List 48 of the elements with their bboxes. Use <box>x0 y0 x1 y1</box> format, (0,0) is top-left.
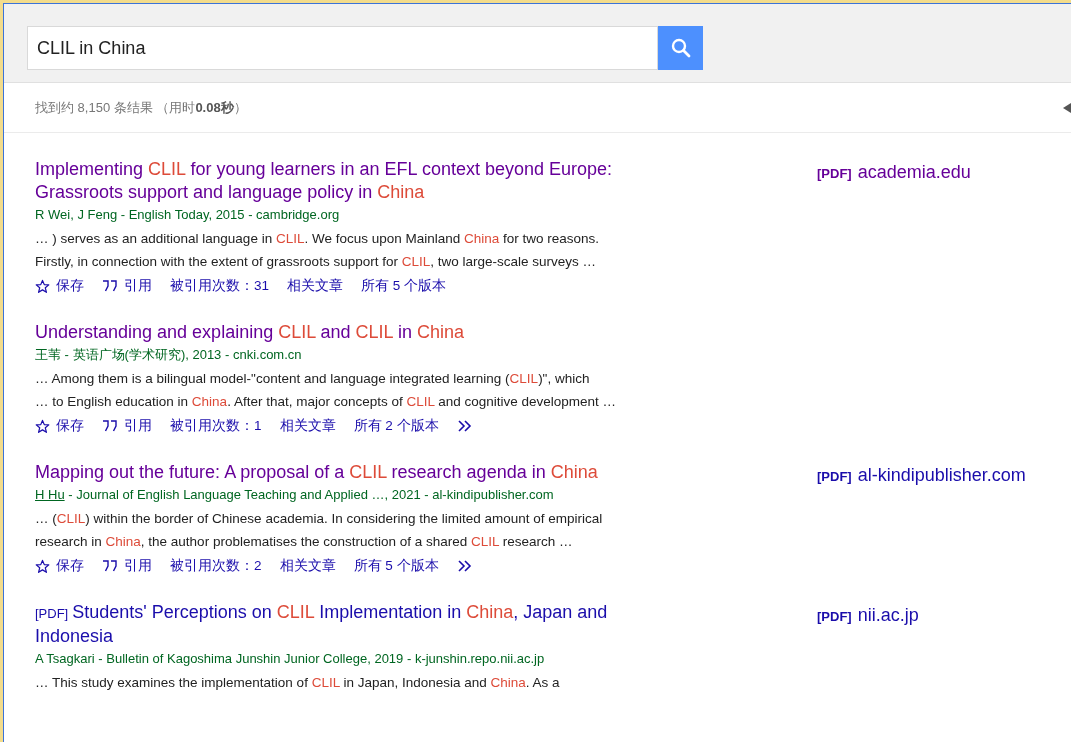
author-link[interactable]: A Tsagkari <box>35 649 95 669</box>
result-snippet: … This study examines the implementation of CLIL in Japan, Indonesia and China. As a <box>35 674 561 692</box>
result-snippet: … Among them is a bilingual model-"content and language integrated learning (CLIL)", which … to English education in China. After that, major concepts of CLIL and cognitive development … <box>35 370 618 411</box>
pdf-link[interactable]: [PDF] nii.ac.jp <box>817 602 919 625</box>
result-snippet: … (CLIL) within the border of Chinese academia. In considering the limited amount of empirical research in China, the author problematises the construction of a shared CLIL research … <box>35 510 604 551</box>
versions-link[interactable]: 所有 5 个版本 <box>361 274 447 298</box>
quote-icon <box>102 560 118 572</box>
author-link[interactable]: 王苇 <box>35 345 61 365</box>
double-chevron-icon <box>456 420 473 432</box>
star-icon <box>35 278 50 294</box>
double-chevron-icon <box>456 560 473 572</box>
save-link[interactable]: 保存 <box>35 554 84 578</box>
star-icon <box>35 418 50 434</box>
save-link[interactable]: 保存 <box>35 274 84 298</box>
versions-link[interactable]: 所有 5 个版本 <box>353 554 439 578</box>
quote-icon <box>102 280 118 292</box>
cited-by-link[interactable]: 被引用次数：2 <box>170 554 262 578</box>
result-source: - 英语广场(学术研究), 2013 - cnki.com.cn <box>63 346 302 364</box>
result-title-link[interactable]: Understanding and explaining CLIL and CLIL in China <box>35 321 675 344</box>
author-link[interactable]: H Hu <box>35 485 65 505</box>
search-icon <box>670 38 691 58</box>
author-link[interactable]: R Wei, J Feng <box>35 205 118 225</box>
result-title-link[interactable]: [PDF] Students' Perceptions on CLIL Implementation in China, Japan and Indonesia <box>35 601 675 648</box>
pdf-link[interactable]: [PDF] al-kindipublisher.com <box>817 462 1026 485</box>
search-button[interactable] <box>658 26 703 70</box>
cite-link[interactable]: 引用 <box>102 274 152 298</box>
result-snippet: … ) serves as an additional language in CLIL. We focus upon Mainland China for two reasons. Firstly, in connection with the extent of grassroots support for CLIL, two large-scale surveys … <box>35 230 601 271</box>
related-articles-link[interactable]: 相关文章 <box>279 554 336 578</box>
result-count: 找到约 8,150 条结果 （用时0.08秒） <box>35 98 247 117</box>
pdf-link[interactable]: [PDF] academia.edu <box>817 159 971 182</box>
result-title-link[interactable]: Mapping out the future: A proposal of a CLIL research agenda in China <box>35 461 675 484</box>
cited-by-link[interactable]: 被引用次数：1 <box>170 414 262 438</box>
quote-icon <box>102 420 118 432</box>
save-link[interactable]: 保存 <box>35 414 84 438</box>
cite-link[interactable]: 引用 <box>102 414 152 438</box>
cite-link[interactable]: 引用 <box>102 554 152 578</box>
more-button[interactable] <box>456 420 473 432</box>
cited-by-link[interactable]: 被引用次数：31 <box>170 274 270 298</box>
related-articles-link[interactable]: 相关文章 <box>287 274 344 298</box>
related-articles-link[interactable]: 相关文章 <box>279 414 336 438</box>
search-field[interactable]: CLIL in China <box>27 26 658 70</box>
result-title-link[interactable]: Implementing CLIL for young learners in an EFL context beyond Europe: Grassroots support and language policy in China <box>35 158 675 204</box>
versions-link[interactable]: 所有 2 个版本 <box>353 414 439 438</box>
result-source: - Journal of English Language Teaching and Applied …, 2021 - al-kindipublisher.com <box>67 486 554 504</box>
result-source: - Bulletin of Kagoshima Junshin Junior College, 2019 - k-junshin.repo.nii.ac.jp <box>97 650 545 668</box>
more-button[interactable] <box>456 560 473 572</box>
star-icon <box>35 558 50 574</box>
result-source: - English Today, 2015 - cambridge.org <box>119 206 340 224</box>
